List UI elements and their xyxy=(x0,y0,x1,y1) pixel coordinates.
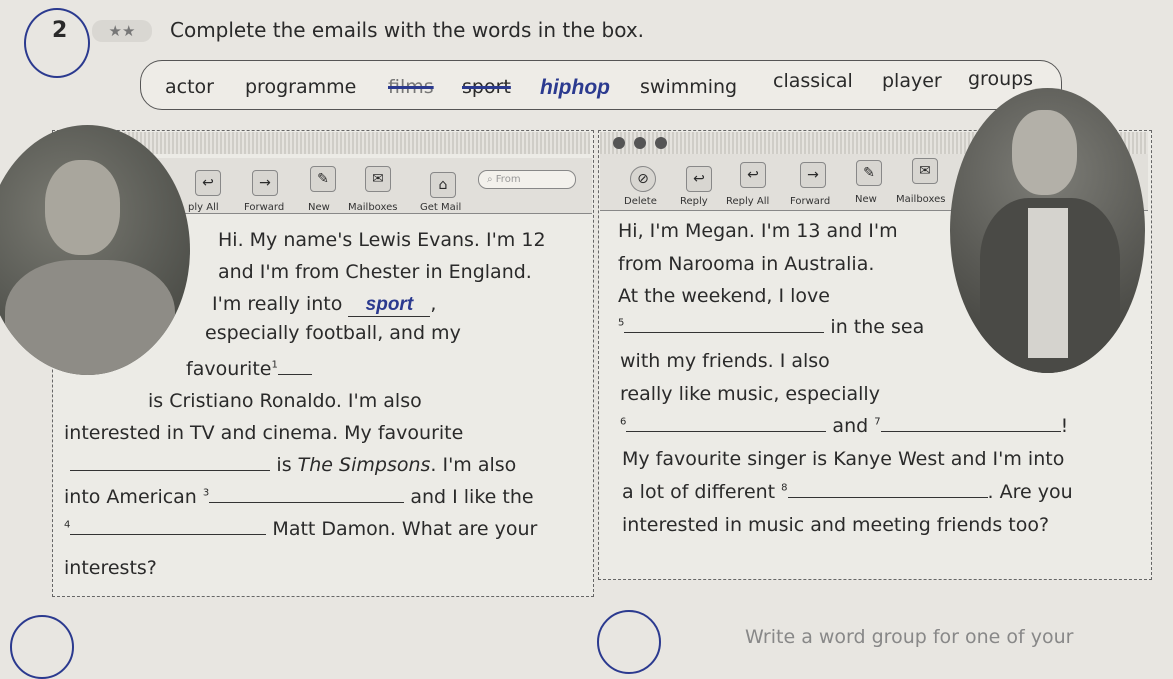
window-zoom-dot[interactable] xyxy=(655,137,667,149)
instruction: Complete the emails with the words in th… xyxy=(170,18,645,42)
in-the-sea-text: in the sea xyxy=(830,316,925,338)
left-line-5: favourite1 xyxy=(186,358,312,380)
tb-get-mail-label[interactable]: Get Mail xyxy=(420,202,461,213)
tb-reply-all-label[interactable]: ply All xyxy=(188,202,219,213)
left-line-7: interested in TV and cinema. My favourit… xyxy=(64,422,464,444)
word-films: films xyxy=(388,76,434,98)
difficulty-stars: ★★ xyxy=(92,20,152,42)
right-line-4: 5 in the sea xyxy=(618,316,924,338)
gap-8[interactable] xyxy=(787,497,988,498)
word-sport: sport xyxy=(462,76,511,98)
mailboxes-icon: ✉ xyxy=(912,158,938,184)
right-line-5: with my friends. I also xyxy=(620,350,830,372)
word-classical: classical xyxy=(773,70,853,92)
left-line-11: interests? xyxy=(64,557,157,579)
left-line-1: Hi. My name's Lewis Evans. I'm 12 xyxy=(218,229,546,251)
left-line-9: into American 3 and I like the xyxy=(64,486,534,508)
left-line-8: 2 is The Simpsons. I'm also xyxy=(64,454,516,476)
reply-all-icon: ↩ xyxy=(740,162,766,188)
im-also-text: . I'm also xyxy=(430,454,517,476)
right-line-3: At the weekend, I love xyxy=(618,285,830,307)
megan-photo xyxy=(950,88,1145,373)
delete-icon: ⊘ xyxy=(630,166,656,192)
tb-mailboxes-label[interactable]: Mailboxes xyxy=(896,194,945,205)
gap-5-number: 5 xyxy=(618,317,625,329)
reply-all-icon: ↩ xyxy=(195,170,221,196)
shirt-shape xyxy=(1028,208,1068,358)
face-shape xyxy=(1012,110,1077,195)
gap-4-number: 4 xyxy=(64,519,71,531)
gap-2[interactable] xyxy=(70,470,271,471)
word-programme: programme xyxy=(245,76,357,98)
exercise-number: 2 xyxy=(52,18,68,43)
right-line-10: interested in music and meeting friends … xyxy=(622,514,1050,536)
tb-forward-label[interactable]: Forward xyxy=(244,202,284,213)
gap-3-number: 3 xyxy=(202,487,210,499)
handwritten-circle-3 xyxy=(597,610,661,674)
tb-new-label[interactable]: New xyxy=(308,202,330,213)
left-line-3: I'm really into sport, xyxy=(212,293,436,317)
handwritten-circle-2 xyxy=(10,615,74,679)
left-line-5-text: favourite xyxy=(186,358,272,380)
window-close-dot[interactable] xyxy=(613,137,625,149)
tb-new-label[interactable]: New xyxy=(855,194,877,205)
into-american-text: into American xyxy=(64,486,197,508)
gap-1-number: 1 xyxy=(271,359,278,371)
right-line-2: from Narooma in Australia. xyxy=(618,253,875,275)
left-line-6: is Cristiano Ronaldo. I'm also xyxy=(148,390,422,412)
a-lot-of-different-text: a lot of different xyxy=(622,481,776,503)
tb-mailboxes-label[interactable]: Mailboxes xyxy=(348,202,397,213)
gap-7-number: 7 xyxy=(874,416,881,428)
is-text: is xyxy=(276,454,292,476)
gap-6[interactable] xyxy=(626,431,827,432)
right-line-6: really like music, especially xyxy=(620,383,880,405)
search-field[interactable]: ⌕ From xyxy=(478,170,576,189)
get-mail-icon: ⌂ xyxy=(430,172,456,198)
new-icon: ✎ xyxy=(856,160,882,186)
gap-4[interactable] xyxy=(70,534,267,535)
and-i-like-the-text: and I like the xyxy=(410,486,534,508)
tb-reply-all-label[interactable]: Reply All xyxy=(726,196,769,207)
left-line-3-text: I'm really into xyxy=(212,293,343,315)
gap-7[interactable] xyxy=(880,431,1061,432)
email-left-titlebar xyxy=(120,132,590,154)
exclamation: ! xyxy=(1060,415,1069,437)
mailboxes-icon: ✉ xyxy=(365,166,391,192)
new-icon: ✎ xyxy=(310,166,336,192)
sweater-shape xyxy=(5,260,175,375)
right-line-7: 6 and 7! xyxy=(620,415,1068,437)
right-line-9: a lot of different 8 . Are you xyxy=(622,481,1073,503)
gap-1[interactable] xyxy=(277,374,312,375)
word-actor: actor xyxy=(165,76,214,98)
word-groups: groups xyxy=(968,68,1034,90)
reply-icon: ↩ xyxy=(686,166,712,192)
the-simpsons: The Simpsons xyxy=(297,454,431,476)
answer-sport: sport xyxy=(348,294,431,317)
tb-delete-label[interactable]: Delete xyxy=(624,196,657,207)
forward-icon: → xyxy=(800,162,826,188)
face-shape xyxy=(45,160,120,255)
left-line-10: 4 Matt Damon. What are your xyxy=(64,518,537,540)
right-line-1: Hi, I'm Megan. I'm 13 and I'm xyxy=(618,220,898,242)
gap-5[interactable] xyxy=(624,332,825,333)
and-text: and xyxy=(832,415,869,437)
search-placeholder: From xyxy=(495,174,521,185)
matt-damon-text: Matt Damon. What are your xyxy=(272,518,538,540)
tb-forward-label[interactable]: Forward xyxy=(790,196,830,207)
are-you-text: . Are you xyxy=(987,481,1073,503)
word-hiphop: hiphop xyxy=(540,76,610,99)
gap-8-number: 8 xyxy=(781,482,788,494)
word-player: player xyxy=(882,70,942,92)
comma: , xyxy=(430,293,437,315)
tb-reply-label[interactable]: Reply xyxy=(680,196,708,207)
forward-icon: → xyxy=(252,170,278,196)
left-line-4: especially football, and my xyxy=(205,322,461,344)
gap-6-number: 6 xyxy=(620,416,627,428)
gap-3[interactable] xyxy=(209,502,405,503)
left-line-2: and I'm from Chester in England. xyxy=(218,261,532,283)
word-swimming: swimming xyxy=(640,76,738,98)
right-line-8: My favourite singer is Kanye West and I'… xyxy=(622,448,1065,470)
next-exercise-text: Write a word group for one of your xyxy=(745,626,1074,648)
window-minimize-dot[interactable] xyxy=(634,137,646,149)
